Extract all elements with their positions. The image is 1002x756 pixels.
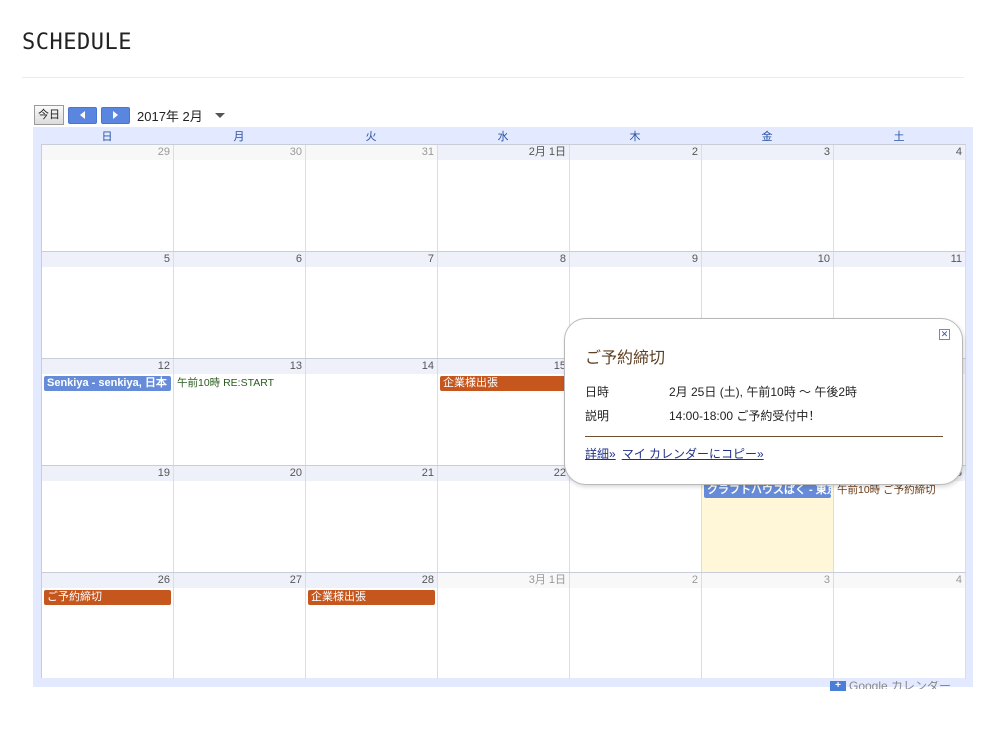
- day-number[interactable]: 19: [42, 466, 173, 481]
- plus-icon: +: [830, 681, 846, 691]
- weekday-label: 土: [893, 131, 905, 143]
- day-number[interactable]: 11: [834, 252, 965, 267]
- day-number[interactable]: 2: [570, 145, 701, 160]
- calendar-event[interactable]: 午前10時 ご予約締切: [835, 483, 964, 498]
- next-month-button[interactable]: [101, 106, 130, 124]
- weekday-label: 月: [233, 131, 245, 143]
- when-value: 2月 25日 (土), 午前10時 ～ 午後2時: [669, 385, 858, 399]
- day-number[interactable]: 4: [834, 145, 965, 160]
- details-link[interactable]: 詳細»: [585, 445, 616, 462]
- day-cell[interactable]: 28: [306, 573, 438, 679]
- day-number[interactable]: 27: [174, 573, 305, 588]
- day-number[interactable]: 3: [702, 573, 833, 588]
- month-dropdown-icon[interactable]: [214, 112, 225, 118]
- day-cell[interactable]: 6: [174, 252, 306, 358]
- title-divider: [22, 77, 964, 78]
- description-value: 14:00-18:00 ご予約受付中！: [669, 409, 821, 423]
- calendar-event[interactable]: 企業様出張: [440, 376, 567, 391]
- day-cell[interactable]: 19: [42, 466, 174, 572]
- day-number[interactable]: 2: [570, 573, 701, 588]
- day-cell[interactable]: 7: [306, 252, 438, 358]
- popup-divider: [585, 436, 943, 437]
- chevron-right-icon: [113, 111, 118, 119]
- day-number[interactable]: 5: [42, 252, 173, 267]
- day-number[interactable]: 9: [570, 252, 701, 267]
- day-cell[interactable]: 2: [570, 145, 702, 251]
- today-button[interactable]: 今日: [34, 105, 64, 125]
- day-number[interactable]: 8: [438, 252, 569, 267]
- day-number[interactable]: 15: [438, 359, 569, 374]
- day-cell[interactable]: 8: [438, 252, 570, 358]
- weekday-label: 火: [365, 131, 377, 143]
- day-cell[interactable]: 4: [834, 573, 966, 679]
- when-label: 日時: [585, 385, 610, 399]
- day-cell[interactable]: 3月 1日: [438, 573, 570, 679]
- day-number[interactable]: 7: [306, 252, 437, 267]
- popup-when-row: 日時 2月 25日 (土), 午前10時 ～ 午後2時: [585, 383, 857, 400]
- day-cell[interactable]: 31: [306, 145, 438, 251]
- day-number[interactable]: 29: [42, 145, 173, 160]
- calendar-event[interactable]: クラフトハウスぱく - 東京: [704, 483, 831, 498]
- day-cell[interactable]: 3: [702, 145, 834, 251]
- day-number[interactable]: 31: [306, 145, 437, 160]
- day-cell[interactable]: 14: [306, 359, 438, 465]
- day-number[interactable]: 13: [174, 359, 305, 374]
- day-cell[interactable]: 2月 1日: [438, 145, 570, 251]
- calendar-event[interactable]: Senkiya - senkiya, 日本: [44, 376, 171, 391]
- day-number[interactable]: 12: [42, 359, 173, 374]
- week-row: 29 30 31 2月 1日 2 3 4: [42, 144, 966, 251]
- popup-description-row: 説明 14:00-18:00 ご予約受付中！: [585, 407, 820, 424]
- day-number[interactable]: 26: [42, 573, 173, 588]
- day-cell[interactable]: 22: [438, 466, 570, 572]
- popup-links: 詳細» マイ カレンダーにコピー»: [585, 445, 764, 462]
- calendar-event[interactable]: 午前10時 RE:START: [175, 376, 304, 391]
- day-number[interactable]: 10: [702, 252, 833, 267]
- day-number[interactable]: 2月 1日: [438, 145, 569, 160]
- google-calendar-badge[interactable]: + Google カレンダー: [830, 681, 951, 691]
- prev-month-button[interactable]: [68, 106, 97, 124]
- day-cell[interactable]: 15: [438, 359, 570, 465]
- popup-title: ご予約締切: [585, 350, 666, 367]
- day-cell[interactable]: 5: [42, 252, 174, 358]
- calendar-toolbar: 今日 2017年 2月: [34, 105, 225, 125]
- day-cell[interactable]: 4: [834, 145, 966, 251]
- week-row: 26 27 28 3月 1日 2 3 4: [42, 572, 966, 679]
- weekday-header: 日月火水木金土: [41, 130, 965, 144]
- weekday-label: 日: [101, 131, 113, 143]
- current-month-label: 2017年 2月: [137, 108, 203, 124]
- day-cell[interactable]: 13: [174, 359, 306, 465]
- day-number[interactable]: 6: [174, 252, 305, 267]
- day-number[interactable]: 22: [438, 466, 569, 481]
- copy-to-my-calendar-link[interactable]: マイ カレンダーにコピー»: [622, 445, 764, 462]
- day-cell[interactable]: 30: [174, 145, 306, 251]
- weekday-label: 木: [629, 131, 641, 143]
- day-number[interactable]: 4: [834, 573, 965, 588]
- day-cell[interactable]: 3: [702, 573, 834, 679]
- chevron-left-icon: [80, 111, 85, 119]
- day-number[interactable]: 3月 1日: [438, 573, 569, 588]
- day-number[interactable]: 20: [174, 466, 305, 481]
- description-label: 説明: [585, 409, 610, 423]
- weekday-label: 水: [497, 131, 509, 143]
- day-cell[interactable]: 2: [570, 573, 702, 679]
- day-number[interactable]: 3: [702, 145, 833, 160]
- day-cell[interactable]: 26: [42, 573, 174, 679]
- day-cell[interactable]: 20: [174, 466, 306, 572]
- page-title: SCHEDULE: [22, 30, 132, 55]
- page: SCHEDULE 今日 2017年 2月 日月火水木金土 29 30 31 2月 1日…: [0, 0, 1002, 756]
- calendar-event[interactable]: ご予約締切: [44, 590, 171, 605]
- day-cell[interactable]: 27: [174, 573, 306, 679]
- day-cell[interactable]: 29: [42, 145, 174, 251]
- day-number[interactable]: 28: [306, 573, 437, 588]
- event-details-popup: ✕ ご予約締切 日時 2月 25日 (土), 午前10時 ～ 午後2時 説明 1…: [564, 318, 963, 485]
- day-number[interactable]: 21: [306, 466, 437, 481]
- day-number[interactable]: 14: [306, 359, 437, 374]
- calendar-event[interactable]: 企業様出張: [308, 590, 435, 605]
- day-cell[interactable]: 12: [42, 359, 174, 465]
- close-icon[interactable]: ✕: [939, 329, 950, 340]
- weekday-label: 金: [761, 131, 773, 143]
- badge-text: Google カレンダー: [849, 681, 952, 689]
- day-number[interactable]: 30: [174, 145, 305, 160]
- day-cell[interactable]: 21: [306, 466, 438, 572]
